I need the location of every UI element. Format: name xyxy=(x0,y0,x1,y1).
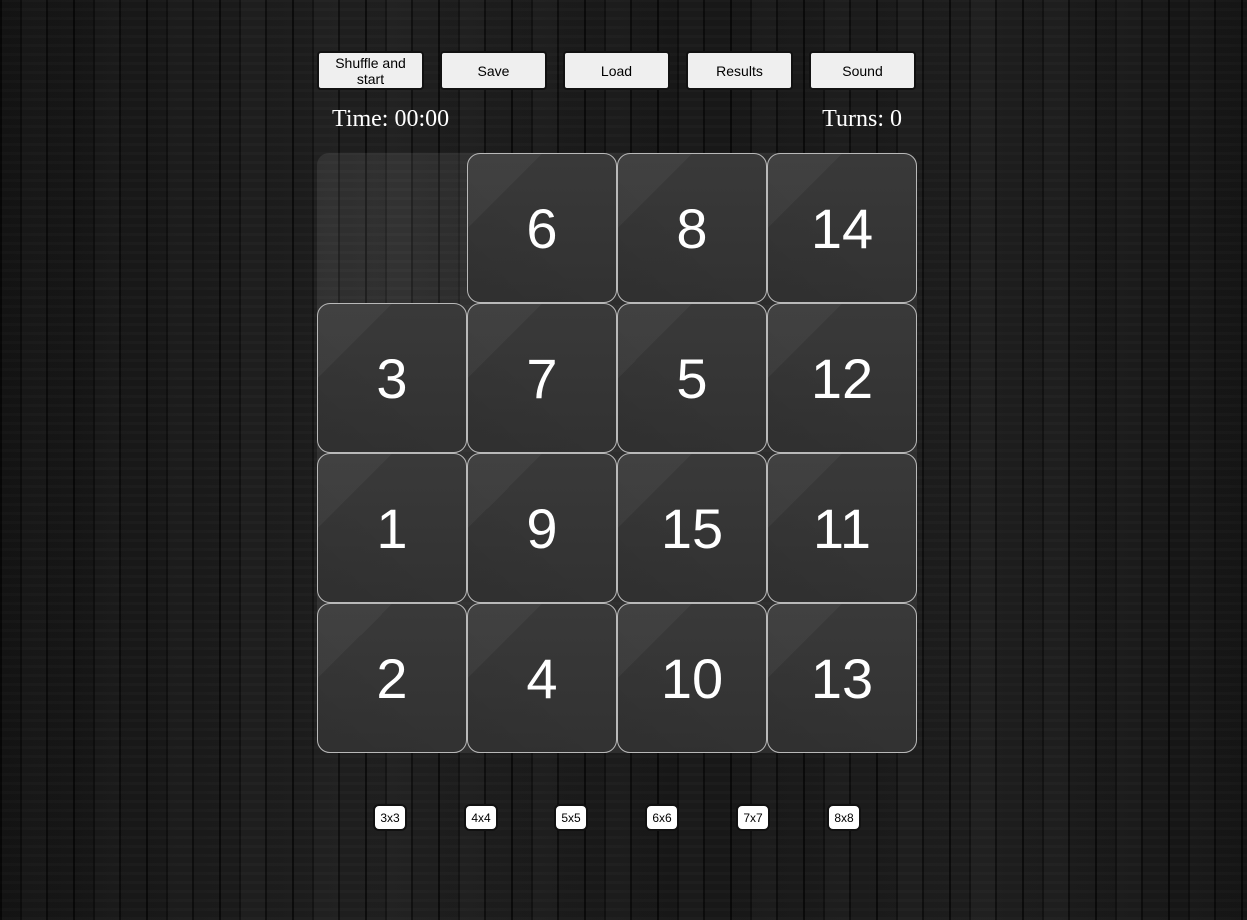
puzzle-tile-6[interactable]: 6 xyxy=(467,153,617,303)
puzzle-tile-11[interactable]: 11 xyxy=(767,453,917,603)
size-button-6x6[interactable]: 6x6 xyxy=(645,804,679,831)
puzzle-tile-13[interactable]: 13 xyxy=(767,603,917,753)
puzzle-tile-10[interactable]: 10 xyxy=(617,603,767,753)
puzzle-tile-7[interactable]: 7 xyxy=(467,303,617,453)
timer-display: Time: 00:00 xyxy=(332,106,450,132)
shuffle-and-start-button[interactable]: Shuffle and start xyxy=(317,51,424,90)
size-button-7x7[interactable]: 7x7 xyxy=(736,804,770,831)
puzzle-tile-2[interactable]: 2 xyxy=(317,603,467,753)
size-button-4x4[interactable]: 4x4 xyxy=(464,804,498,831)
save-button[interactable]: Save xyxy=(440,51,547,90)
size-button-3x3[interactable]: 3x3 xyxy=(373,804,407,831)
puzzle-tile-14[interactable]: 14 xyxy=(767,153,917,303)
puzzle-tile-8[interactable]: 8 xyxy=(617,153,767,303)
puzzle-tile-9[interactable]: 9 xyxy=(467,453,617,603)
load-button[interactable]: Load xyxy=(563,51,670,90)
turns-counter: Turns: 0 xyxy=(822,106,902,132)
toolbar: Shuffle and start Save Load Results Soun… xyxy=(317,51,917,90)
board-size-selector: 3x3 4x4 5x5 6x6 7x7 8x8 xyxy=(0,804,1247,832)
puzzle-tile-5[interactable]: 5 xyxy=(617,303,767,453)
puzzle-board: 6 8 14 3 7 5 12 1 9 15 11 2 4 10 13 xyxy=(317,153,917,753)
puzzle-tile-1[interactable]: 1 xyxy=(317,453,467,603)
puzzle-tile-15[interactable]: 15 xyxy=(617,453,767,603)
puzzle-tile-4[interactable]: 4 xyxy=(467,603,617,753)
sound-button[interactable]: Sound xyxy=(809,51,916,90)
results-button[interactable]: Results xyxy=(686,51,793,90)
puzzle-tile-12[interactable]: 12 xyxy=(767,303,917,453)
size-button-5x5[interactable]: 5x5 xyxy=(554,804,588,831)
puzzle-tile-3[interactable]: 3 xyxy=(317,303,467,453)
size-button-8x8[interactable]: 8x8 xyxy=(827,804,861,831)
